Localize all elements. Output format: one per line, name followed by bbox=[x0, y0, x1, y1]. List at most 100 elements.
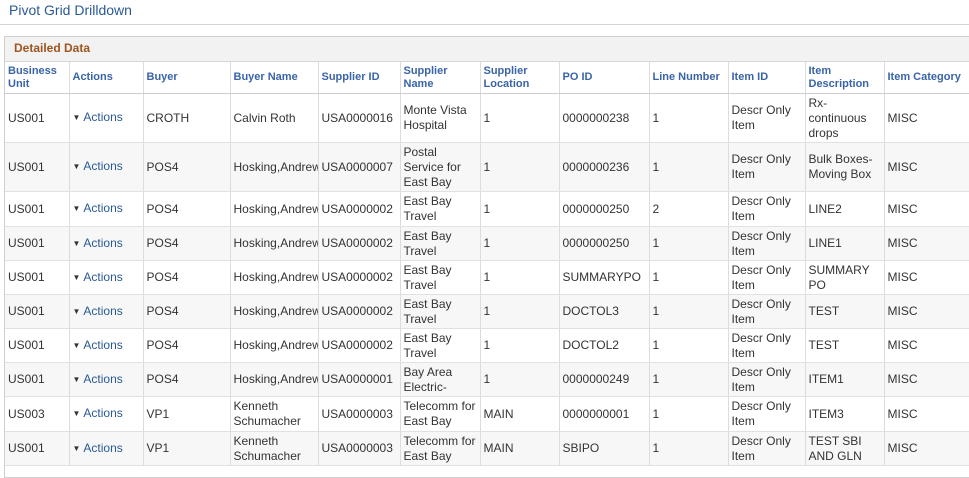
col-header-item-description[interactable]: Item Description bbox=[805, 62, 885, 94]
actions-label: Actions bbox=[83, 159, 123, 173]
cell-business-unit: US001 bbox=[5, 362, 70, 397]
cell-item-category: MISC bbox=[884, 396, 969, 432]
cell-supplier-name: East Bay Travel bbox=[400, 191, 481, 227]
cell-buyer: POS4 bbox=[143, 142, 231, 192]
cell-supplier-location: 1 bbox=[480, 260, 560, 295]
cell-business-unit: US001 bbox=[5, 93, 70, 143]
cell-po-id: DOCTOL2 bbox=[559, 328, 650, 363]
cell-supplier-location: 1 bbox=[480, 191, 560, 227]
actions-link[interactable]: ▼ Actions bbox=[73, 338, 123, 352]
cell-item-category: MISC bbox=[884, 294, 969, 329]
actions-link[interactable]: ▼ Actions bbox=[73, 441, 123, 455]
cell-item-id: Descr Only Item bbox=[728, 93, 806, 143]
cell-item-id: Descr Only Item bbox=[728, 142, 806, 192]
col-header-business-unit[interactable]: Business Unit bbox=[5, 62, 70, 94]
caret-down-icon: ▼ bbox=[72, 162, 81, 171]
caret-down-icon: ▼ bbox=[72, 306, 81, 316]
cell-supplier-name: Postal Service for East Bay bbox=[400, 142, 481, 192]
table-row: US001 ▼ Actions POS4 Hosking,Andrew USA000000… bbox=[5, 362, 969, 397]
cell-supplier-location: 1 bbox=[480, 362, 560, 397]
actions-link[interactable]: ▼ Actions bbox=[73, 201, 123, 215]
cell-supplier-id: USA0000002 bbox=[318, 328, 401, 363]
cell-line-number: 1 bbox=[649, 260, 729, 295]
detailed-data-panel: Detailed Data Business Unit Actions Buye… bbox=[4, 36, 969, 478]
col-header-supplier-location[interactable]: Supplier Location bbox=[480, 62, 560, 94]
actions-link[interactable]: ▼ Actions bbox=[73, 110, 123, 124]
cell-buyer-name: Hosking,Andrew bbox=[230, 362, 319, 397]
caret-down-icon: ▼ bbox=[72, 374, 81, 384]
cell-buyer-name: Kenneth Schumacher bbox=[230, 396, 319, 432]
caret-down-icon: ▼ bbox=[72, 409, 81, 418]
actions-link[interactable]: ▼ Actions bbox=[73, 304, 123, 318]
actions-link[interactable]: ▼ Actions bbox=[73, 236, 123, 250]
cell-po-id: 0000000236 bbox=[559, 142, 650, 192]
table-row: US001 ▼ Actions POS4 Hosking,Andrew USA000000… bbox=[5, 191, 969, 227]
actions-link[interactable]: ▼ Actions bbox=[73, 372, 123, 386]
table-row: US001 ▼ Actions VP1 Kenneth Schumacher USA000… bbox=[5, 431, 969, 466]
cell-item-description: LINE2 bbox=[805, 191, 885, 227]
cell-business-unit: US001 bbox=[5, 431, 70, 466]
cell-actions: ▼ Actions bbox=[69, 294, 144, 329]
col-header-actions[interactable]: Actions bbox=[69, 62, 144, 94]
cell-item-description: LINE1 bbox=[805, 226, 885, 261]
actions-link[interactable]: ▼ Actions bbox=[73, 270, 123, 284]
cell-line-number: 1 bbox=[649, 362, 729, 397]
actions-label: Actions bbox=[83, 371, 123, 386]
cell-buyer: POS4 bbox=[143, 191, 231, 227]
caret-down-icon: ▼ bbox=[72, 443, 81, 453]
cell-line-number: 1 bbox=[649, 93, 729, 143]
cell-supplier-location: 1 bbox=[480, 93, 560, 143]
cell-item-description: SUMMARY PO bbox=[805, 260, 885, 295]
col-header-supplier-id[interactable]: Supplier ID bbox=[318, 62, 401, 94]
actions-link[interactable]: ▼ Actions bbox=[73, 159, 123, 173]
actions-link[interactable]: ▼ Actions bbox=[73, 406, 123, 420]
cell-business-unit: US001 bbox=[5, 294, 70, 329]
col-header-item-id[interactable]: Item ID bbox=[728, 62, 806, 94]
cell-actions: ▼ Actions bbox=[69, 396, 144, 432]
cell-line-number: 1 bbox=[649, 142, 729, 192]
col-header-buyer[interactable]: Buyer bbox=[143, 62, 231, 94]
col-header-line-number[interactable]: Line Number bbox=[649, 62, 729, 94]
col-header-supplier-name[interactable]: Supplier Name bbox=[400, 62, 481, 94]
grid-body: US001 ▼ Actions CROTH Calvin Roth USA0000016 M… bbox=[5, 93, 969, 466]
cell-item-description: TEST bbox=[805, 294, 885, 329]
cell-item-id: Descr Only Item bbox=[728, 260, 806, 295]
actions-label: Actions bbox=[83, 269, 123, 284]
cell-item-category: MISC bbox=[884, 328, 969, 363]
table-row: US001 ▼ Actions POS4 Hosking,Andrew USA000000… bbox=[5, 294, 969, 329]
cell-business-unit: US001 bbox=[5, 260, 70, 295]
cell-item-category: MISC bbox=[884, 191, 969, 227]
cell-buyer-name: Hosking,Andrew bbox=[230, 328, 319, 363]
cell-supplier-id: USA0000003 bbox=[318, 396, 401, 432]
actions-label: Actions bbox=[83, 406, 123, 420]
cell-supplier-name: Telecomm for East Bay bbox=[400, 431, 481, 466]
cell-line-number: 1 bbox=[649, 431, 729, 466]
table-row: US001 ▼ Actions POS4 Hosking,Andrew USA000000… bbox=[5, 328, 969, 363]
grid-header-row: Business Unit Actions Buyer Buyer Name S… bbox=[5, 62, 969, 94]
cell-item-category: MISC bbox=[884, 226, 969, 261]
cell-actions: ▼ Actions bbox=[69, 191, 144, 227]
cell-supplier-location: MAIN bbox=[480, 396, 560, 432]
cell-po-id: DOCTOL3 bbox=[559, 294, 650, 329]
cell-actions: ▼ Actions bbox=[69, 226, 144, 261]
col-header-po-id[interactable]: PO ID bbox=[559, 62, 650, 94]
panel-title: Detailed Data bbox=[14, 41, 91, 55]
cell-supplier-location: 1 bbox=[480, 226, 560, 261]
cell-item-id: Descr Only Item bbox=[728, 396, 806, 432]
cell-buyer-name: Calvin Roth bbox=[230, 93, 319, 143]
col-header-item-category[interactable]: Item Category bbox=[884, 62, 969, 94]
cell-buyer-name: Hosking,Andrew bbox=[230, 260, 319, 295]
cell-item-id: Descr Only Item bbox=[728, 431, 806, 466]
caret-down-icon: ▼ bbox=[72, 204, 81, 213]
cell-business-unit: US001 bbox=[5, 226, 70, 261]
cell-line-number: 1 bbox=[649, 328, 729, 363]
cell-line-number: 1 bbox=[649, 226, 729, 261]
cell-actions: ▼ Actions bbox=[69, 362, 144, 397]
cell-supplier-name: Telecomm for East Bay bbox=[400, 396, 481, 432]
cell-buyer: CROTH bbox=[143, 93, 231, 143]
cell-item-category: MISC bbox=[884, 93, 969, 143]
actions-label: Actions bbox=[83, 337, 123, 352]
cell-buyer: POS4 bbox=[143, 362, 231, 397]
col-header-buyer-name[interactable]: Buyer Name bbox=[230, 62, 319, 94]
cell-po-id: 0000000249 bbox=[559, 362, 650, 397]
